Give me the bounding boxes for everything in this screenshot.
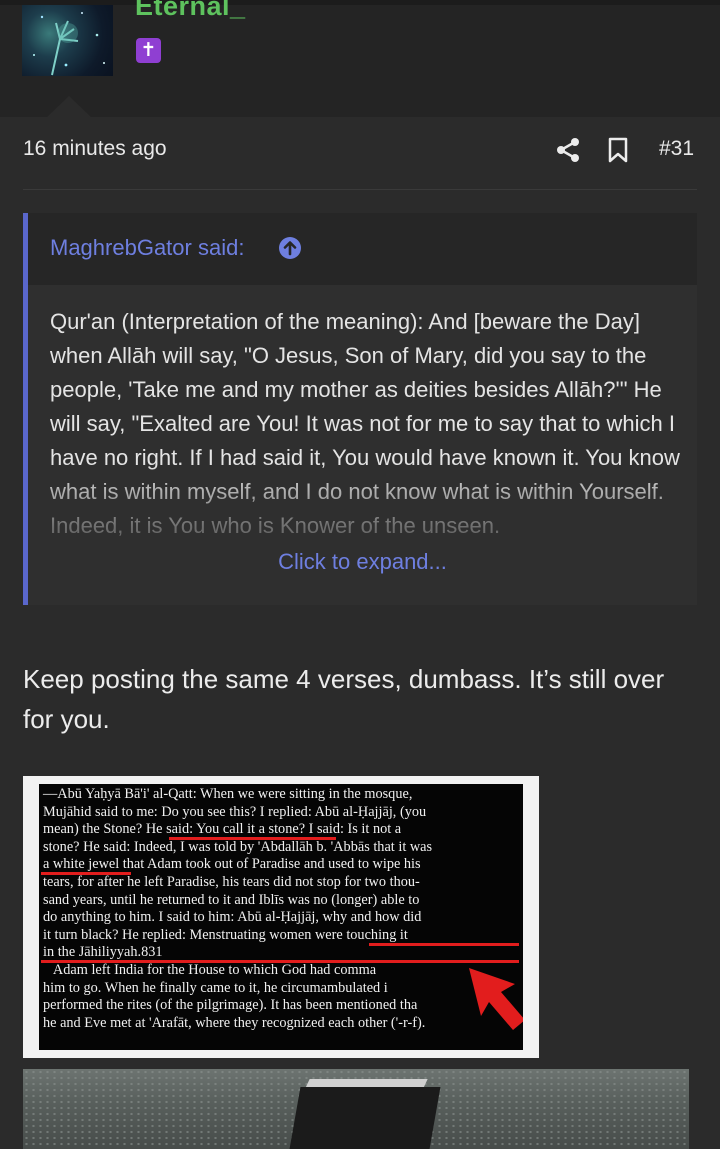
post-header: 16 minutes ago #31: [23, 135, 697, 167]
book-scan-image[interactable]: —Abū Yaḥyā Bā'i' al-Qatt: When we were s…: [23, 776, 539, 1058]
user-badge: ✝: [136, 38, 161, 63]
highlight-underline: [41, 960, 519, 963]
share-icon[interactable]: [555, 137, 581, 163]
header-divider: [23, 189, 697, 190]
post: 16 minutes ago #31 MaghrebGator said: Qu…: [0, 117, 720, 1149]
highlight-underline: [169, 837, 336, 840]
highlight-underline: [369, 943, 519, 946]
reply-text: Keep posting the same 4 verses, dumbass.…: [23, 664, 665, 734]
kaaba-structure: [289, 1087, 441, 1149]
quote-author[interactable]: MaghrebGator said:: [50, 235, 244, 261]
user-block: Eternal_ ✝: [0, 0, 720, 95]
kaaba-photo[interactable]: [23, 1069, 689, 1149]
post-pointer: [46, 96, 92, 118]
highlight-underline: [41, 872, 131, 875]
red-arrow-icon: [469, 968, 523, 1030]
bookmark-icon[interactable]: [607, 137, 629, 163]
quote-fade: [28, 463, 697, 605]
quote-header: MaghrebGator said:: [28, 213, 697, 285]
avatar-image: [33, 12, 105, 76]
username[interactable]: Eternal_: [135, 0, 246, 22]
expand-link[interactable]: Click to expand...: [28, 549, 697, 575]
avatar[interactable]: [22, 5, 113, 76]
arrow-up-circle-icon[interactable]: [278, 236, 302, 260]
book-scan-text: —Abū Yaḥyā Bā'i' al-Qatt: When we were s…: [43, 786, 433, 1031]
book-scan-page: —Abū Yaḥyā Bā'i' al-Qatt: When we were s…: [39, 784, 523, 1050]
quote-block: MaghrebGator said: Qur'an (Interpretatio…: [23, 213, 697, 605]
post-number-link[interactable]: #31: [659, 137, 694, 161]
post-timestamp[interactable]: 16 minutes ago: [23, 137, 167, 161]
